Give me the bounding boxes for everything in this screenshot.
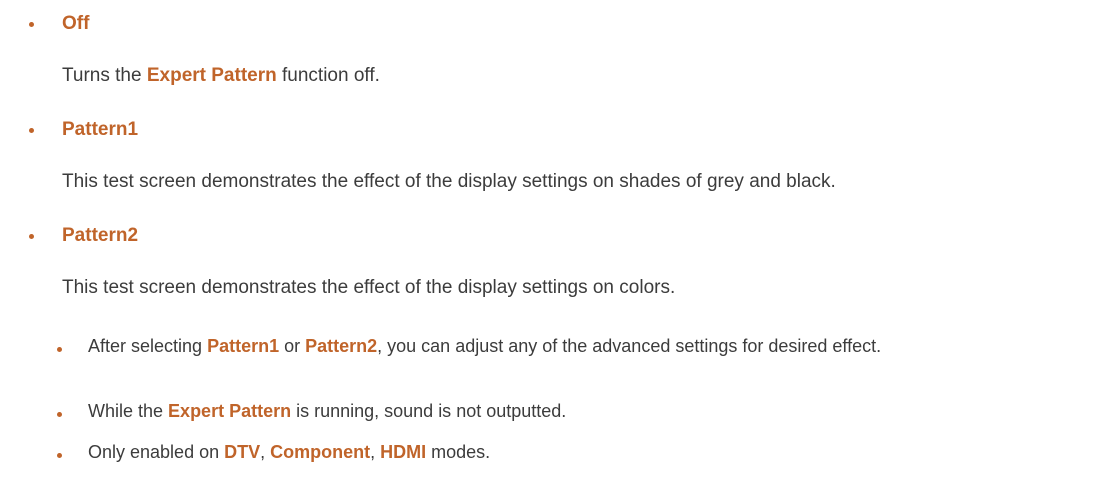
option-pattern2-title: Pattern2: [62, 225, 139, 246]
bullet-dot-icon: [57, 412, 62, 417]
note-adjust-settings: After selecting Pattern1 or Pattern2, yo…: [88, 333, 1098, 359]
option-pattern1-title: Pattern1: [62, 119, 139, 140]
note-sound: While the Expert Pattern is running, sou…: [88, 398, 1098, 424]
note-text: Only enabled on: [88, 442, 225, 462]
hdmi-term: HDMI: [380, 442, 427, 462]
note-text: ,: [370, 442, 381, 462]
note-text: is running, sound is not outputted.: [291, 401, 567, 421]
pattern1-term: Pattern1: [207, 336, 280, 356]
note-text: While the: [88, 401, 169, 421]
option-pattern1-description: This test screen demonstrates the effect…: [62, 171, 836, 192]
note-text: , you can adjust any of the advanced set…: [377, 336, 882, 356]
option-off-title: Off: [62, 13, 90, 34]
expert-pattern-term: Expert Pattern: [146, 65, 277, 86]
manual-page: Off Turns the Expert Pattern function of…: [0, 0, 1119, 487]
note-enabled-modes: Only enabled on DTV, Component, HDMI mod…: [88, 439, 1098, 465]
expert-pattern-term: Expert Pattern: [168, 401, 292, 421]
note-text: modes.: [426, 442, 491, 462]
component-term: Component: [270, 442, 371, 462]
desc-text: function off.: [276, 65, 380, 86]
bullet-dot-icon: [57, 453, 62, 458]
option-off-description: Turns the Expert Pattern function off.: [62, 64, 380, 88]
note-text: After selecting: [88, 336, 208, 356]
bullet-dot-icon: [29, 234, 34, 239]
desc-text: Turns the: [62, 65, 147, 86]
bullet-dot-icon: [57, 347, 62, 352]
dtv-term: DTV: [224, 442, 261, 462]
note-text: ,: [260, 442, 271, 462]
bullet-dot-icon: [29, 128, 34, 133]
pattern2-term: Pattern2: [305, 336, 378, 356]
note-text: or: [279, 336, 306, 356]
bullet-dot-icon: [29, 22, 34, 27]
option-pattern2-description: This test screen demonstrates the effect…: [62, 277, 676, 298]
